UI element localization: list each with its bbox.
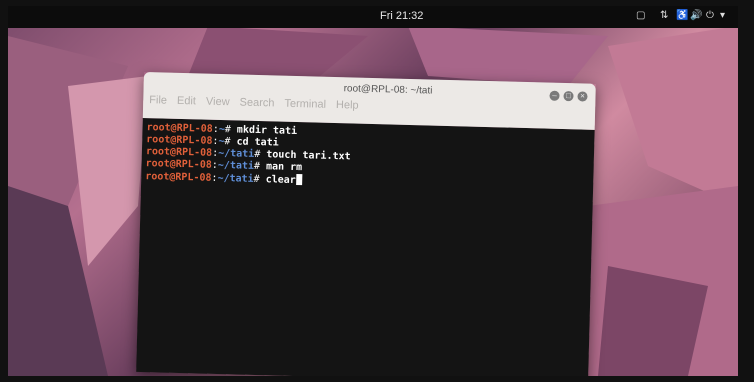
menu-file[interactable]: File [149, 94, 167, 106]
workspace-icon[interactable]: ▢ [636, 10, 645, 21]
prompt-path: ~/tati [217, 172, 254, 185]
clock[interactable]: Fri 21:32 [380, 10, 423, 22]
top-panel: Fri 21:32 ▢ ⇅ ♿ 🔊 ⏻ ▾ [8, 6, 738, 28]
command-text: clear [259, 174, 296, 187]
terminal-output[interactable]: root@RPL-08:~# mkdir tati root@RPL-08:~#… [136, 117, 595, 376]
power-icon[interactable]: ⏻ [706, 10, 714, 21]
prompt-path: ~/tati [218, 147, 255, 160]
command-text: man rm [259, 161, 303, 174]
menu-search[interactable]: Search [239, 97, 274, 110]
prompt-user: root@RPL-08 [145, 146, 213, 159]
prompt-user: root@RPL-08 [146, 134, 213, 147]
menu-view[interactable]: View [206, 96, 230, 109]
window-controls: – □ × [549, 90, 588, 102]
command-text: cd tati [230, 136, 279, 149]
prompt-user: root@RPL-08 [145, 171, 212, 184]
command-text: touch tari.txt [260, 149, 351, 163]
terminal-window[interactable]: root@RPL-08: ~/tati File Edit View Searc… [136, 72, 596, 376]
accessibility-icon[interactable]: ♿ [676, 10, 688, 21]
command-text: mkdir tati [230, 124, 298, 138]
menu-help[interactable]: Help [336, 99, 359, 112]
prompt-path: ~/tati [217, 159, 255, 172]
network-icon[interactable]: ⇅ [660, 10, 668, 21]
menu-arrow-icon[interactable]: ▾ [720, 10, 725, 21]
desktop-screen: Fri 21:32 ▢ ⇅ ♿ 🔊 ⏻ ▾ root@RPL-08: ~/tat… [8, 6, 738, 376]
text-cursor [295, 174, 302, 186]
menu-terminal[interactable]: Terminal [284, 98, 326, 111]
prompt-user: root@RPL-08 [146, 122, 213, 135]
close-icon[interactable]: × [577, 91, 588, 102]
minimize-icon[interactable]: – [549, 90, 560, 101]
menu-edit[interactable]: Edit [177, 95, 196, 107]
window-title: root@RPL-08: ~/tati [343, 83, 433, 97]
maximize-icon[interactable]: □ [563, 90, 574, 102]
prompt-user: root@RPL-08 [145, 158, 212, 171]
volume-icon[interactable]: 🔊 [690, 10, 702, 21]
menu-bar: File Edit View Search Terminal Help [149, 94, 359, 111]
